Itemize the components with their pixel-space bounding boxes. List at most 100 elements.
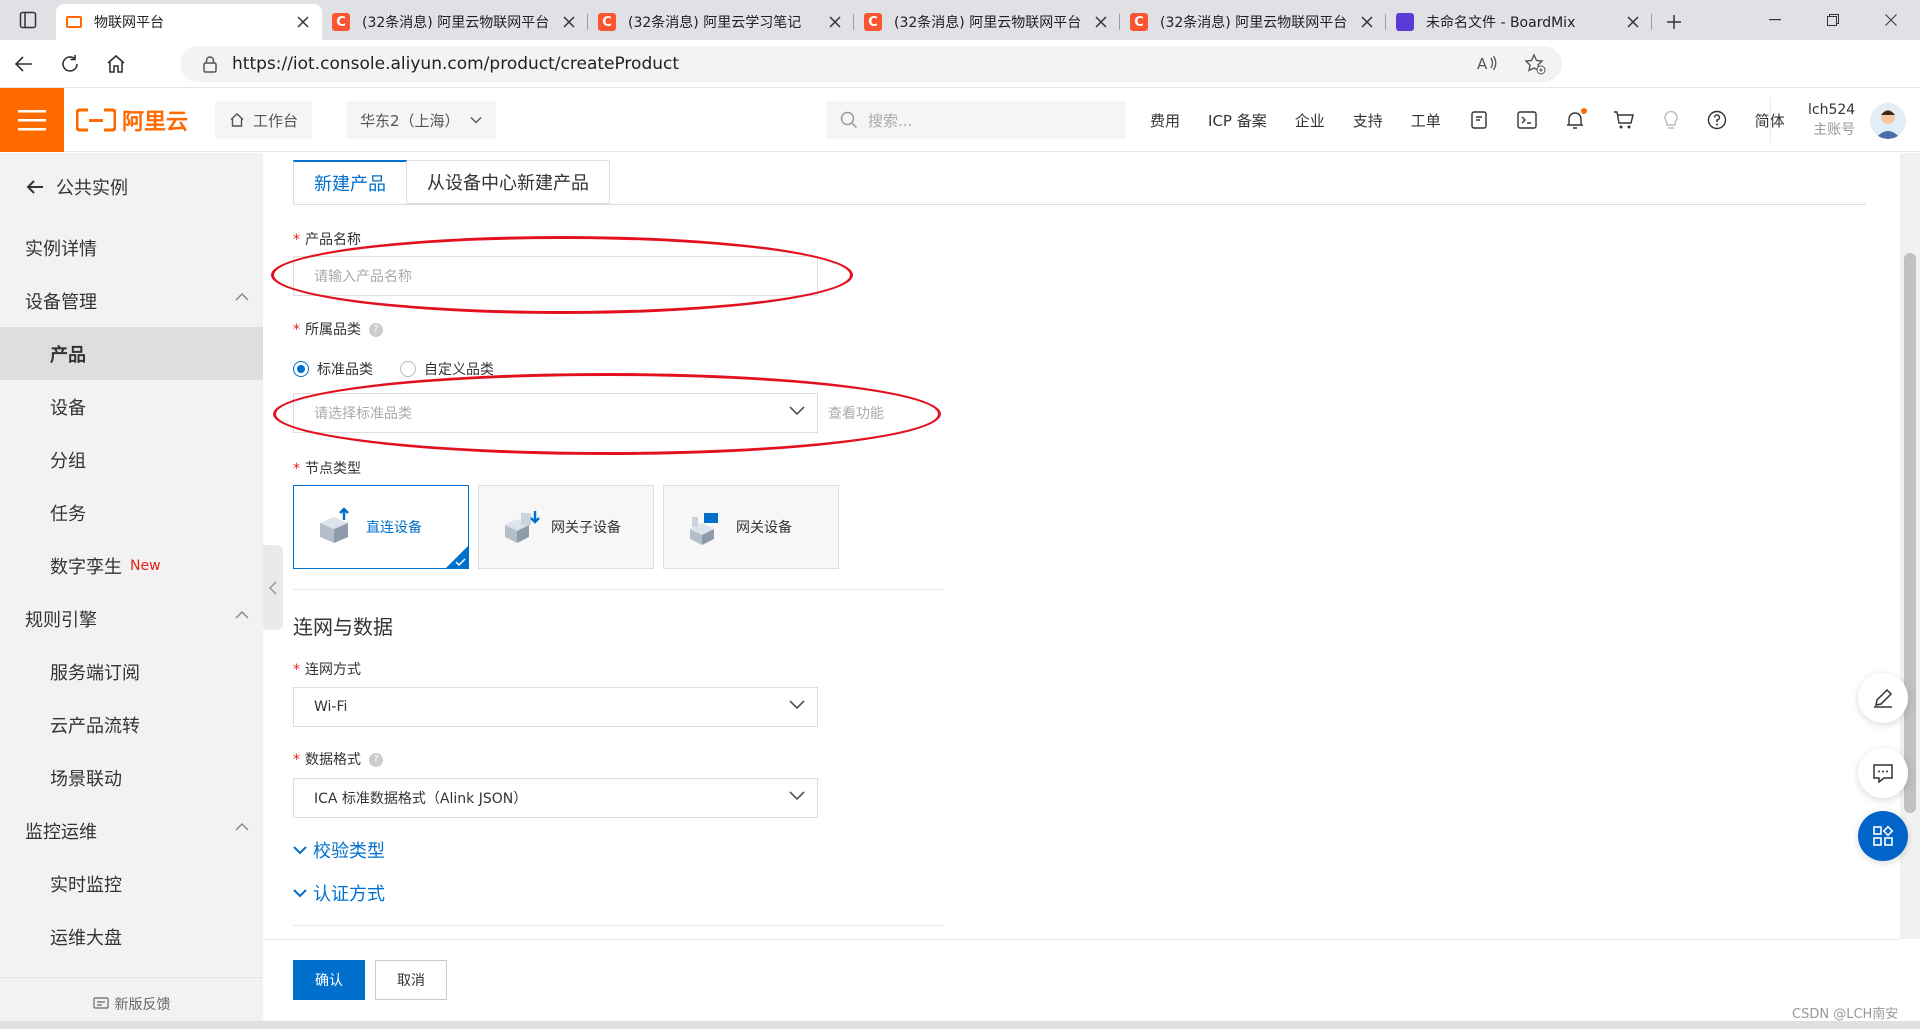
account-type: 主账号 [1813,122,1856,138]
sidebar-item-ops-dashboard[interactable]: 运维大盘 [0,910,263,963]
workbench-button[interactable]: 工作台 [215,101,313,139]
new-tab-icon[interactable] [1652,4,1696,40]
browser-tab-4[interactable]: C (32条消息) 阿里云物联网平台 [1120,4,1386,40]
aliyun-logo[interactable]: 阿里云 [76,104,188,136]
browser-tab-3[interactable]: C (32条消息) 阿里云物联网平台 [854,4,1120,40]
workbench-label: 工作台 [253,111,299,130]
search-placeholder: 搜索... [868,111,913,130]
logo-text: 阿里云 [122,109,189,135]
back-arrow-icon[interactable] [2,46,46,82]
terminal-icon[interactable] [1517,111,1537,129]
node-card-direct-device[interactable]: 直连设备 [293,485,469,569]
browser-tab-1[interactable]: C (32条消息) 阿里云物联网平台 [322,4,588,40]
tab-actions-menu-icon[interactable] [0,0,56,40]
tab-new-product[interactable]: 新建产品 [293,160,407,204]
cart-icon[interactable] [1613,110,1635,130]
close-tab-icon[interactable] [826,13,844,31]
gateway-subdevice-icon [505,511,540,543]
app-icon[interactable] [1469,110,1489,130]
url-text: https://iot.console.aliyun.com/product/c… [232,54,680,74]
sidebar-group-device-management[interactable]: 设备管理 [0,274,263,327]
restore-icon[interactable] [1804,0,1862,40]
network-mode-select[interactable]: Wi-Fi [293,687,818,727]
header-search-input[interactable]: 搜索... [826,101,1126,139]
nav-icp[interactable]: ICP 备案 [1208,110,1267,131]
chevron-down-icon [470,116,482,124]
csdn-logo-icon: C [598,13,616,31]
browser-address-bar: https://iot.console.aliyun.com/product/c… [0,40,1920,119]
close-window-icon[interactable] [1862,0,1920,40]
data-format-select[interactable]: ICA 标准数据格式（Alink JSON） [293,778,818,818]
lock-icon[interactable] [202,55,218,73]
hamburger-menu-icon[interactable] [0,87,64,152]
close-tab-icon[interactable] [560,13,578,31]
apps-float-button[interactable] [1858,811,1908,861]
browser-tab-2[interactable]: C (32条消息) 阿里云学习笔记 [588,4,854,40]
lightbulb-icon[interactable] [1663,110,1679,130]
sidebar-item-server-subscription[interactable]: 服务端订阅 [0,645,263,698]
help-icon[interactable]: ? [369,323,383,337]
region-label: 华东2（上海） [360,111,460,130]
sidebar-item-digital-twin[interactable]: 数字孪生 New [0,539,263,592]
chat-icon [1873,764,1893,784]
node-type-label: * 节点类型 [293,461,361,477]
sidebar-item-label: 实例详情 [25,238,97,260]
close-tab-icon[interactable] [1092,13,1110,31]
sidebar-item-realtime-monitor[interactable]: 实时监控 [0,857,263,910]
auth-method-toggle[interactable]: 认证方式 [293,880,385,906]
close-tab-icon[interactable] [1358,13,1376,31]
browser-tab-0[interactable]: 物联网平台 [56,4,322,40]
bell-icon[interactable] [1565,108,1587,130]
arrow-left-icon [26,179,44,195]
avatar[interactable] [1870,103,1906,139]
window-controls [1746,0,1920,40]
annotation-ellipse-category [273,373,941,455]
home-icon[interactable] [94,46,138,82]
nav-ticket[interactable]: 工单 [1411,110,1441,131]
verify-type-toggle[interactable]: 校验类型 [293,837,385,863]
nav-support[interactable]: 支持 [1353,110,1383,131]
chevron-up-icon [235,610,249,619]
sidebar-item-label: 数字孪生 [50,556,122,578]
close-tab-icon[interactable] [294,13,312,31]
read-aloud-icon[interactable]: A [1476,53,1498,75]
sidebar-item-cloud-product-flow[interactable]: 云产品流转 [0,698,263,751]
sidebar-item-scene-linkage[interactable]: 场景联动 [0,751,263,804]
scrollbar-thumb[interactable] [1904,253,1916,813]
browser-tab-bar: 物联网平台 C (32条消息) 阿里云物联网平台 C (32条消息) 阿里云学习… [0,0,1920,40]
nav-enterprise[interactable]: 企业 [1295,110,1325,131]
chat-float-button[interactable] [1858,748,1908,798]
sidebar-item-label: 产品 [50,344,86,366]
refresh-icon[interactable] [48,46,92,82]
sidebar-item-group[interactable]: 分组 [0,433,263,486]
pencil-icon [1874,688,1893,708]
node-card-gateway-device[interactable]: 网关设备 [663,485,839,569]
node-card-gateway-subdevice[interactable]: 网关子设备 [478,485,654,569]
sidebar-item-label: 规则引擎 [25,609,97,631]
nav-fees[interactable]: 费用 [1150,110,1180,131]
category-label: * 所属品类? [293,319,383,339]
user-info[interactable]: lch524 主账号 [1808,100,1855,140]
edit-float-button[interactable] [1858,673,1908,723]
close-tab-icon[interactable] [1624,13,1642,31]
help-icon[interactable] [1707,110,1727,130]
radio-standard-category[interactable]: 标准品类 [293,359,373,379]
confirm-button[interactable]: 确认 [293,960,365,1000]
sidebar-item-device[interactable]: 设备 [0,380,263,433]
help-icon[interactable]: ? [369,753,383,767]
favorite-star-icon[interactable] [1524,53,1546,75]
sidebar-group-monitoring[interactable]: 监控运维 [0,804,263,857]
url-field[interactable]: https://iot.console.aliyun.com/product/c… [180,46,1562,82]
browser-tab-5[interactable]: 未命名文件 - BoardMix [1386,4,1652,40]
chevron-down-icon [293,888,307,897]
sidebar-item-task[interactable]: 任务 [0,486,263,539]
minimize-icon[interactable] [1746,0,1804,40]
back-to-instances-button[interactable]: 公共实例 [0,153,263,221]
sidebar-item-product[interactable]: 产品 [0,327,263,380]
sidebar-item-label: 设备管理 [25,291,97,313]
tab-from-device-center[interactable]: 从设备中心新建产品 [407,160,610,204]
sidebar-group-rule-engine[interactable]: 规则引擎 [0,592,263,645]
cancel-button[interactable]: 取消 [375,960,447,1000]
region-selector[interactable]: 华东2（上海） [346,101,496,139]
sidebar-item-instance-details[interactable]: 实例详情 [0,221,263,274]
